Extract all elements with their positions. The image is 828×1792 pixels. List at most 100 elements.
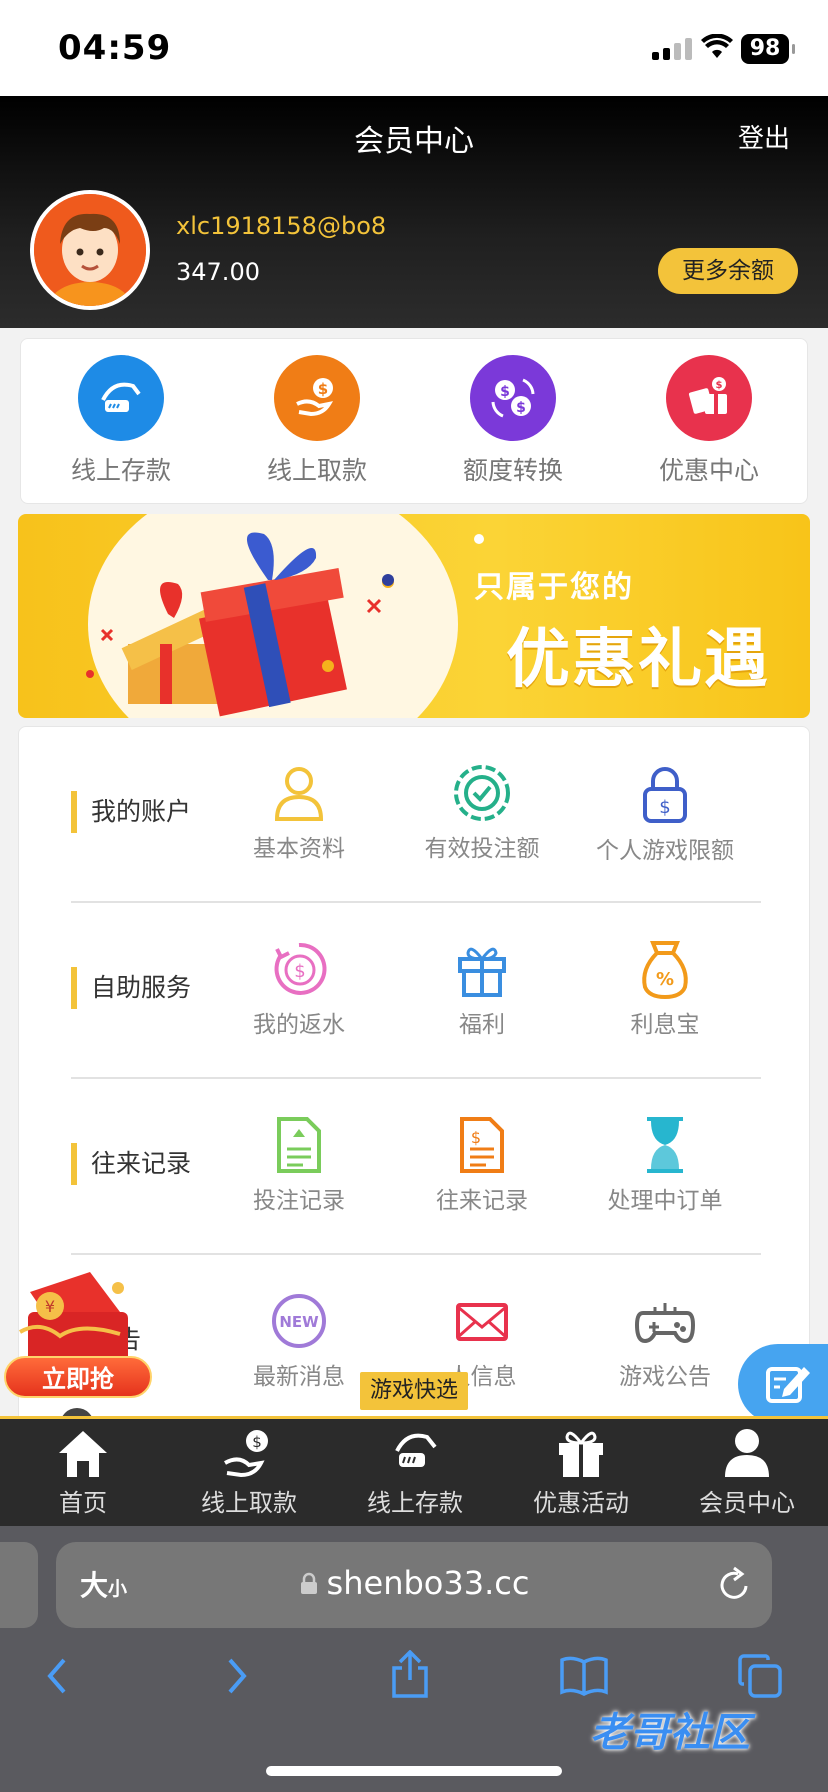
watermark: 老哥社区 bbox=[590, 1710, 750, 1756]
svg-text:%: % bbox=[656, 969, 674, 990]
forward-icon[interactable] bbox=[218, 1656, 254, 1696]
user-icon bbox=[725, 1429, 769, 1477]
menu-item-label: 处理中订单 bbox=[607, 1188, 723, 1214]
menu-item-label: 往来记录 bbox=[436, 1188, 528, 1214]
svg-text:$: $ bbox=[318, 380, 328, 398]
menu-item-welfare[interactable]: 福利 bbox=[392, 939, 572, 1039]
menu-item-label: 我的返水 bbox=[253, 1012, 345, 1038]
bet-record-icon bbox=[277, 1117, 321, 1173]
nav-home[interactable]: 首页 bbox=[0, 1427, 166, 1518]
previous-tab[interactable] bbox=[0, 1542, 38, 1628]
nav-withdraw[interactable]: $ 线上取款 bbox=[166, 1427, 332, 1518]
quick-promo-center-button[interactable]: $ 优惠中心 bbox=[629, 355, 789, 487]
bookmarks-icon[interactable] bbox=[558, 1654, 610, 1698]
nav-member-center[interactable]: 会员中心 bbox=[664, 1427, 828, 1518]
deposit-icon bbox=[395, 1433, 437, 1467]
quick-action-label: 线上取款 bbox=[266, 456, 367, 485]
new-icon: NEW bbox=[272, 1294, 326, 1348]
svg-text:$: $ bbox=[716, 380, 723, 391]
lock-dollar-icon: $ bbox=[643, 767, 687, 823]
quick-deposit-button[interactable]: 线上存款 bbox=[41, 355, 201, 487]
promo-banner[interactable]: 只属于您的 优惠礼遇 bbox=[18, 514, 810, 718]
menu-item-pending-orders[interactable]: 处理中订单 bbox=[575, 1115, 755, 1215]
status-time: 04:59 bbox=[58, 28, 172, 68]
more-balance-button[interactable]: 更多余额 bbox=[658, 248, 798, 294]
address-bar[interactable]: 大小 shenbo33.cc bbox=[56, 1542, 772, 1628]
mail-icon bbox=[456, 1303, 508, 1341]
svg-text:$: $ bbox=[471, 1128, 481, 1147]
gamepad-icon bbox=[634, 1303, 696, 1344]
section-title: 我的账户 bbox=[71, 791, 191, 833]
edit-floating-button[interactable] bbox=[738, 1344, 828, 1424]
section-records: 往来记录 投注记录 $ 往来记录 处理中订单 bbox=[19, 1079, 811, 1255]
menu-item-basic-info[interactable]: 基本资料 bbox=[209, 763, 389, 863]
menu-item-label: 游戏公告 bbox=[619, 1364, 711, 1390]
back-icon[interactable] bbox=[40, 1656, 76, 1696]
member-header: 会员中心 登出 xlc1918158@bo8 347.00 更多余额 bbox=[0, 96, 828, 328]
withdraw-icon: $ bbox=[274, 355, 360, 441]
menu-item-label: 个人游戏限额 bbox=[596, 838, 734, 864]
quick-game-select-button[interactable]: 游戏快选 bbox=[360, 1372, 468, 1410]
gift-icon bbox=[559, 1431, 603, 1477]
balance: 347.00 bbox=[176, 258, 260, 286]
money-bag-icon: % bbox=[642, 941, 688, 999]
quick-action-label: 优惠中心 bbox=[658, 456, 759, 485]
gift-icon bbox=[458, 947, 506, 997]
banner-title: 优惠礼遇 bbox=[506, 623, 770, 697]
svg-text:¥: ¥ bbox=[45, 1297, 55, 1316]
home-indicator bbox=[266, 1766, 562, 1776]
gift-boxes-illustration bbox=[86, 532, 394, 717]
avatar[interactable] bbox=[30, 190, 150, 310]
rebate-icon: $ bbox=[274, 942, 327, 995]
chip-check-icon bbox=[454, 765, 510, 821]
menu-item-valid-bets[interactable]: 有效投注额 bbox=[392, 763, 572, 863]
tabs-icon[interactable] bbox=[736, 1652, 784, 1700]
withdraw-icon: $ bbox=[224, 1430, 268, 1478]
svg-text:$: $ bbox=[252, 1433, 262, 1451]
nav-label: 会员中心 bbox=[699, 1489, 795, 1517]
battery-indicator: 98 bbox=[741, 34, 795, 64]
reload-icon[interactable] bbox=[716, 1566, 752, 1604]
url-text: shenbo33.cc bbox=[56, 1564, 772, 1602]
menu-item-game-announcements[interactable]: 游戏公告 bbox=[575, 1291, 755, 1391]
menu-item-label: 基本资料 bbox=[253, 836, 345, 862]
svg-text:$: $ bbox=[516, 400, 526, 416]
grab-now-button[interactable]: 立即抢 bbox=[4, 1356, 152, 1398]
quick-transfer-button[interactable]: $ $ 额度转换 bbox=[433, 355, 593, 487]
section-title: 自助服务 bbox=[71, 967, 191, 1009]
nav-deposit[interactable]: 线上存款 bbox=[332, 1427, 498, 1518]
bottom-nav: 首页 $ 线上取款 线上存款 优惠活动 会员中心 bbox=[0, 1416, 828, 1526]
banner-subtitle: 只属于您的 bbox=[474, 570, 634, 605]
menu-item-interest[interactable]: % 利息宝 bbox=[575, 939, 755, 1039]
logout-button[interactable]: 登出 bbox=[738, 118, 790, 155]
quick-withdraw-button[interactable]: $ 线上取款 bbox=[237, 355, 397, 487]
svg-text:$: $ bbox=[294, 961, 305, 982]
share-icon[interactable] bbox=[388, 1650, 432, 1700]
section-my-account: 我的账户 基本资料 有效投注额 $ 个人游戏限额 bbox=[19, 727, 811, 903]
page-title: 会员中心 bbox=[354, 124, 474, 159]
transaction-record-icon: $ bbox=[460, 1117, 504, 1173]
nav-label: 线上存款 bbox=[367, 1489, 463, 1517]
menu-item-transaction-records[interactable]: $ 往来记录 bbox=[392, 1115, 572, 1215]
quick-action-label: 线上存款 bbox=[70, 456, 171, 485]
menu-item-label: 利息宝 bbox=[630, 1012, 700, 1038]
section-title: 往来记录 bbox=[71, 1143, 191, 1185]
quick-actions: 线上存款 $ 线上取款 $ $ 额度转换 $ 优惠中心 bbox=[20, 338, 808, 504]
svg-text:$: $ bbox=[659, 797, 670, 818]
menu-item-label: 福利 bbox=[459, 1012, 505, 1038]
nav-promotions[interactable]: 优惠活动 bbox=[498, 1427, 664, 1518]
username: xlc1918158@bo8 bbox=[176, 212, 387, 240]
user-icon bbox=[274, 767, 324, 821]
transfer-icon: $ $ bbox=[470, 355, 556, 441]
menu-item-bet-records[interactable]: 投注记录 bbox=[209, 1115, 389, 1215]
avatar-face-icon bbox=[34, 194, 146, 306]
menu-item-rebate[interactable]: $ 我的返水 bbox=[209, 939, 389, 1039]
home-icon bbox=[59, 1431, 107, 1477]
wifi-icon bbox=[701, 34, 733, 58]
hourglass-icon bbox=[647, 1117, 683, 1173]
section-self-service: 自助服务 $ 我的返水 福利 % 利息宝 bbox=[19, 903, 811, 1079]
quick-action-label: 额度转换 bbox=[462, 456, 563, 485]
menu-item-game-limit[interactable]: $ 个人游戏限额 bbox=[575, 763, 755, 865]
gift-card-icon: $ bbox=[666, 355, 752, 441]
menu-item-label: 投注记录 bbox=[253, 1188, 345, 1214]
